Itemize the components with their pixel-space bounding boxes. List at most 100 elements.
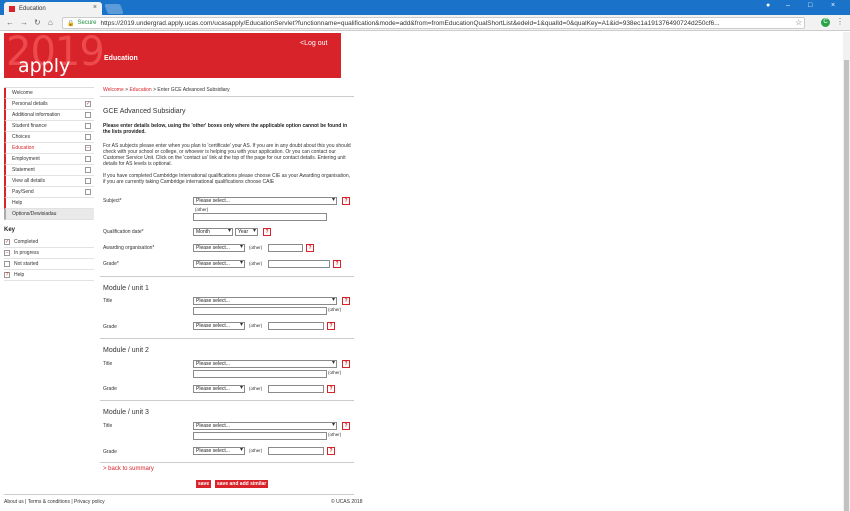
url-text: https://2019.undergrad.apply.ucas.com/uc…	[100, 19, 720, 27]
breadcrumb-education[interactable]: Education	[129, 87, 151, 93]
help-icon[interactable]: ?	[263, 228, 271, 236]
sidebar-item-help[interactable]: Help	[4, 198, 94, 209]
sidebar-item-personal-details[interactable]: Personal details ✓	[4, 99, 94, 110]
help-icon[interactable]: ?	[327, 385, 335, 393]
help-icon[interactable]: ?	[342, 197, 350, 205]
browser-toolbar: ← → ↻ ⌂ 🔒 Secure https://2019.undergrad.…	[0, 15, 850, 31]
scrollbar[interactable]	[843, 32, 850, 511]
help-icon[interactable]: ?	[327, 447, 335, 455]
grade-other-input[interactable]	[268, 260, 330, 268]
grade-select[interactable]: Please select...	[193, 260, 245, 268]
divider	[100, 338, 354, 339]
module-2-title-select[interactable]: Please select...	[193, 360, 337, 368]
section-title: Education	[104, 55, 138, 62]
sidebar-item-label: Employment	[12, 156, 40, 162]
help-icon[interactable]: ?	[342, 422, 350, 430]
not-started-icon	[85, 134, 91, 140]
address-bar[interactable]: 🔒 Secure https://2019.undergrad.apply.uc…	[62, 17, 805, 29]
not-started-icon	[85, 178, 91, 184]
breadcrumb-current: Enter GCE Advanced Subsidiary	[157, 87, 230, 93]
not-started-icon	[85, 189, 91, 195]
home-icon[interactable]: ⌂	[48, 18, 53, 27]
footer-links[interactable]: About us | Terms & conditions | Privacy …	[4, 499, 105, 505]
divider	[100, 462, 354, 463]
breadcrumb: Welcome > Education > Enter GCE Advanced…	[103, 87, 230, 93]
module-3-heading: Module / unit 3	[103, 409, 149, 416]
sidebar-item-employment[interactable]: Employment	[4, 154, 94, 165]
unit-grade-label: Grade	[103, 386, 117, 392]
help-icon[interactable]: ?	[333, 260, 341, 268]
sidebar-nav: Welcome Personal details ✓ Additional inf…	[4, 87, 94, 220]
help-icon[interactable]: ?	[306, 244, 314, 252]
save-button[interactable]: save	[196, 480, 212, 488]
help-icon[interactable]: ?	[342, 297, 350, 305]
forward-arrow-icon[interactable]: →	[20, 18, 28, 27]
close-tab-icon[interactable]: ×	[93, 4, 97, 11]
sidebar-item-education[interactable]: Education –	[4, 143, 94, 154]
other-label: (other)	[328, 432, 342, 437]
not-started-icon	[85, 167, 91, 173]
maximize-icon[interactable]: □	[808, 2, 812, 9]
back-to-summary-link[interactable]: > back to summary	[103, 466, 154, 472]
module-1-heading: Module / unit 1	[103, 285, 149, 292]
other-label: (other)	[249, 448, 263, 453]
browser-tab[interactable]: Education ×	[4, 2, 102, 15]
not-started-icon	[85, 123, 91, 129]
subject-other-input[interactable]	[193, 213, 327, 221]
sidebar-item-options[interactable]: Options/Dewisiadau	[4, 209, 94, 220]
unit-title-label: Title	[103, 298, 113, 304]
not-started-icon	[85, 112, 91, 118]
awarding-other-input[interactable]	[268, 244, 303, 252]
sidebar-item-choices[interactable]: Choices	[4, 132, 94, 143]
footer-divider	[4, 494, 354, 495]
secure-label: Secure	[77, 20, 97, 26]
back-arrow-icon[interactable]: ←	[6, 18, 14, 27]
divider	[100, 400, 354, 401]
reload-icon[interactable]: ↻	[34, 18, 41, 27]
extension-icon[interactable]: C	[821, 18, 830, 27]
module-3-grade-select[interactable]: Please select...	[193, 447, 245, 455]
module-2-grade-select[interactable]: Please select...	[193, 385, 245, 393]
subject-select[interactable]: Please select...	[193, 197, 337, 205]
unit-title-label: Title	[103, 423, 113, 429]
module-3-title-other-input[interactable]	[193, 432, 327, 440]
module-1-grade-select[interactable]: Please select...	[193, 322, 245, 330]
module-1-title-select[interactable]: Please select...	[193, 297, 337, 305]
module-2-grade-other-input[interactable]	[268, 385, 324, 393]
cie-paragraph: If you have completed Cambridge Internat…	[103, 173, 350, 185]
module-3-grade-other-input[interactable]	[268, 447, 324, 455]
save-and-add-similar-button[interactable]: save and add similar	[215, 480, 269, 488]
help-icon[interactable]: ?	[342, 360, 350, 368]
sidebar-item-label: Options/Dewisiadau	[12, 211, 57, 217]
minimize-icon[interactable]: –	[786, 2, 790, 9]
divider	[100, 96, 354, 97]
module-1-title-other-input[interactable]	[193, 307, 327, 315]
module-3-title-select[interactable]: Please select...	[193, 422, 337, 430]
module-1-grade-other-input[interactable]	[268, 322, 324, 330]
completed-check-icon: ✓	[4, 239, 10, 245]
scrollbar-thumb[interactable]	[844, 60, 849, 511]
sidebar-item-view-all-details[interactable]: View all details	[4, 176, 94, 187]
help-icon[interactable]: ?	[327, 322, 335, 330]
sidebar-item-additional-information[interactable]: Additional information	[4, 110, 94, 121]
month-select[interactable]: Month	[193, 228, 233, 236]
year-select[interactable]: Year	[235, 228, 258, 236]
logout-link[interactable]: <Log out	[300, 40, 327, 47]
bookmark-star-icon[interactable]: ☆	[795, 18, 802, 27]
sidebar-item-pay-send[interactable]: Pay/Send	[4, 187, 94, 198]
close-window-icon[interactable]: ×	[831, 2, 835, 9]
sidebar-item-student-finance[interactable]: Student finance	[4, 121, 94, 132]
subject-label: Subject*	[103, 198, 122, 204]
awarding-select[interactable]: Please select...	[193, 244, 245, 252]
new-tab-button[interactable]	[104, 4, 124, 14]
sidebar-item-label: Help	[12, 200, 23, 206]
browser-menu-icon[interactable]: ⋮	[836, 17, 844, 26]
other-label: (other)	[328, 307, 342, 312]
sidebar-item-welcome[interactable]: Welcome	[4, 88, 94, 99]
module-2-heading: Module / unit 2	[103, 347, 149, 354]
module-2-title-other-input[interactable]	[193, 370, 327, 378]
sidebar-item-label: Student finance	[12, 123, 47, 129]
breadcrumb-welcome[interactable]: Welcome	[103, 87, 124, 93]
profile-icon[interactable]: ●	[766, 2, 770, 9]
sidebar-item-statement[interactable]: Statement	[4, 165, 94, 176]
